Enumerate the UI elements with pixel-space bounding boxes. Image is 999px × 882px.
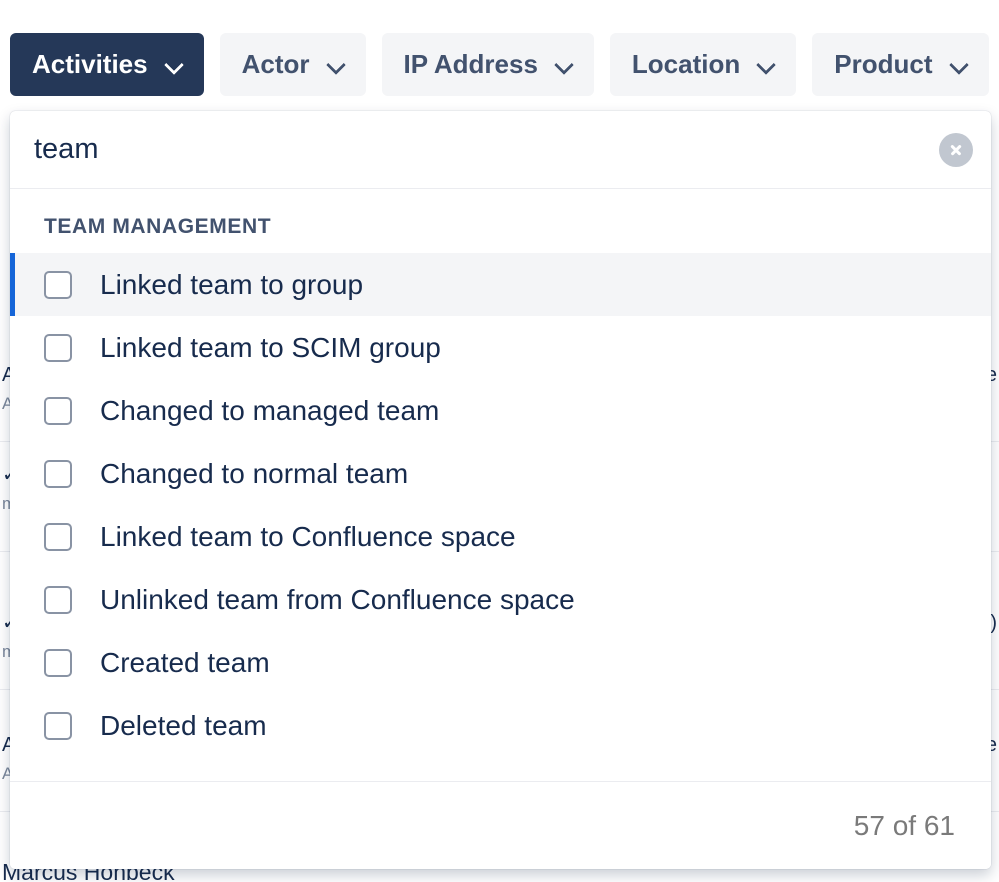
- option-checkbox[interactable]: [44, 271, 72, 299]
- filter-button-label: Activities: [32, 49, 148, 80]
- option-row[interactable]: Deleted team: [10, 694, 991, 757]
- option-checkbox[interactable]: [44, 712, 72, 740]
- option-label: Changed to managed team: [100, 394, 439, 428]
- option-label: Linked team to Confluence space: [100, 520, 516, 554]
- filter-button-ip-address[interactable]: IP Address: [382, 33, 594, 96]
- chevron-down-icon: [556, 57, 572, 73]
- filter-button-label: Location: [632, 49, 740, 80]
- activities-dropdown-panel: TEAM MANAGEMENT Linked team to group Lin…: [10, 111, 991, 869]
- option-row[interactable]: Changed to managed team: [10, 379, 991, 442]
- option-label: Deleted team: [100, 709, 267, 743]
- filter-button-label: IP Address: [404, 49, 538, 80]
- option-label: Unlinked team from Confluence space: [100, 583, 575, 617]
- result-count: 57 of 61: [854, 810, 955, 842]
- option-row[interactable]: Unlinked team from Confluence space: [10, 568, 991, 631]
- option-row[interactable]: Changed to normal team: [10, 442, 991, 505]
- option-label: Changed to normal team: [100, 457, 408, 491]
- dropdown-footer: 57 of 61: [10, 781, 991, 869]
- chevron-down-icon: [758, 57, 774, 73]
- option-row[interactable]: Created team: [10, 631, 991, 694]
- option-label: Linked team to SCIM group: [100, 331, 441, 365]
- dropdown-options-area[interactable]: TEAM MANAGEMENT Linked team to group Lin…: [10, 189, 991, 781]
- option-checkbox[interactable]: [44, 334, 72, 362]
- filter-button-product[interactable]: Product: [812, 33, 988, 96]
- chevron-down-icon: [328, 57, 344, 73]
- option-group-title: TEAM MANAGEMENT: [10, 189, 991, 253]
- option-label: Linked team to group: [100, 268, 363, 302]
- background-row-trailing: ): [990, 610, 997, 636]
- audit-log-screen: A At e ✓ m ✓ m ) A At e Mar: [0, 0, 999, 882]
- filter-button-actor[interactable]: Actor: [220, 33, 366, 96]
- option-checkbox[interactable]: [44, 523, 72, 551]
- option-row[interactable]: Linked team to group: [10, 253, 991, 316]
- filter-button-activities[interactable]: Activities: [10, 33, 204, 96]
- option-label: Created team: [100, 646, 270, 680]
- search-input[interactable]: [34, 133, 939, 166]
- option-checkbox[interactable]: [44, 460, 72, 488]
- clear-search-icon[interactable]: [939, 133, 973, 167]
- chevron-down-icon: [951, 57, 967, 73]
- filter-button-label: Product: [834, 49, 932, 80]
- option-row[interactable]: Linked team to Confluence space: [10, 505, 991, 568]
- filter-button-location[interactable]: Location: [610, 33, 796, 96]
- dropdown-search-row: [10, 111, 991, 189]
- option-checkbox[interactable]: [44, 397, 72, 425]
- chevron-down-icon: [166, 57, 182, 73]
- option-checkbox[interactable]: [44, 586, 72, 614]
- filter-bar: Activities Actor IP Address Location Pro…: [10, 33, 989, 96]
- option-row[interactable]: Linked team to SCIM group: [10, 316, 991, 379]
- filter-button-label: Actor: [242, 49, 310, 80]
- option-checkbox[interactable]: [44, 649, 72, 677]
